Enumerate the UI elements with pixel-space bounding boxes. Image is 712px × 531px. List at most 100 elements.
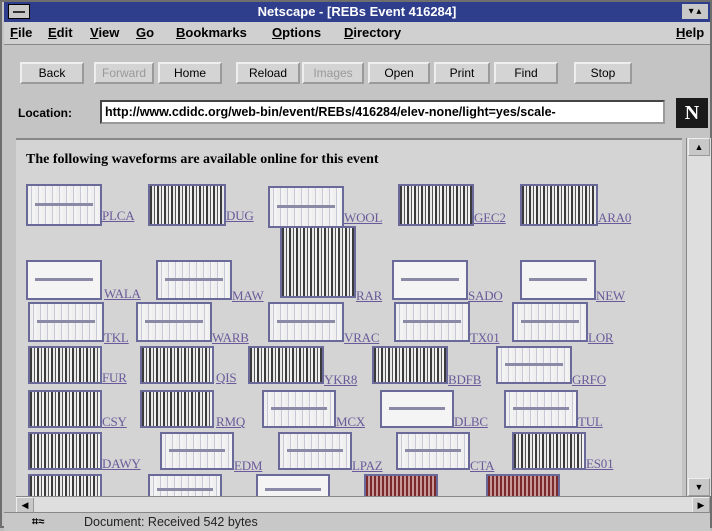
- menu-view[interactable]: View: [90, 25, 119, 40]
- waveform-thumbnail[interactable]: [248, 346, 324, 384]
- station-link[interactable]: VRAC: [344, 330, 380, 346]
- station-link[interactable]: DUG: [226, 208, 254, 224]
- waveform-thumbnail[interactable]: [398, 184, 474, 226]
- page-heading: The following waveforms are available on…: [26, 152, 379, 167]
- waveform-thumbnail[interactable]: [148, 474, 222, 498]
- station-link[interactable]: TUL: [578, 414, 603, 430]
- menu-help[interactable]: Help: [676, 25, 704, 40]
- waveform-thumbnail[interactable]: [512, 302, 588, 342]
- waveform-thumbnail[interactable]: [26, 184, 102, 226]
- waveform-thumbnail[interactable]: [268, 302, 344, 342]
- waveform-thumbnail[interactable]: [486, 474, 560, 498]
- waveform-thumbnail[interactable]: [28, 474, 102, 498]
- netscape-logo: N: [676, 98, 708, 128]
- waveform-thumbnail[interactable]: [364, 474, 438, 498]
- waveform-thumbnail[interactable]: [392, 260, 468, 300]
- title-bar: Netscape - [REBs Event 416284] ▾ ▴: [4, 2, 710, 22]
- station-link[interactable]: ES01: [586, 456, 614, 472]
- station-link[interactable]: TX01: [470, 330, 500, 346]
- home-button[interactable]: Home: [158, 62, 222, 84]
- station-link[interactable]: GRFO: [572, 372, 606, 388]
- scroll-down-icon[interactable]: ▼: [688, 478, 710, 496]
- station-link[interactable]: MCX: [336, 414, 365, 430]
- waveform-thumbnail[interactable]: [256, 474, 330, 498]
- page-content: The following waveforms are available on…: [16, 138, 682, 498]
- waveform-thumbnail[interactable]: [262, 390, 336, 428]
- scroll-up-icon[interactable]: ▲: [688, 138, 710, 156]
- station-link[interactable]: DLBC: [454, 414, 488, 430]
- print-button[interactable]: Print: [434, 62, 490, 84]
- open-button[interactable]: Open: [368, 62, 430, 84]
- waveform-thumbnail[interactable]: [496, 346, 572, 384]
- station-link[interactable]: QIS: [216, 370, 237, 386]
- station-link[interactable]: CSY: [102, 414, 127, 430]
- station-link[interactable]: EDM: [234, 458, 262, 474]
- menu-directory[interactable]: Directory: [344, 25, 401, 40]
- menu-options[interactable]: Options: [272, 25, 321, 40]
- station-link[interactable]: LOR: [588, 330, 614, 346]
- station-link[interactable]: TKL: [104, 330, 129, 346]
- waveform-thumbnail[interactable]: [504, 390, 578, 428]
- station-link[interactable]: WALA: [104, 286, 141, 302]
- waveform-thumbnail[interactable]: [28, 390, 102, 428]
- waveform-thumbnail[interactable]: [512, 432, 586, 470]
- reload-button[interactable]: Reload: [236, 62, 300, 84]
- station-link[interactable]: SADO: [468, 288, 503, 304]
- station-link[interactable]: LPAZ: [352, 458, 383, 474]
- station-link[interactable]: DAWY: [102, 456, 141, 472]
- waveform-thumbnail[interactable]: [394, 302, 470, 342]
- waveform-thumbnail[interactable]: [28, 432, 102, 470]
- station-link[interactable]: FUR: [102, 370, 127, 386]
- location-input[interactable]: http://www.cdidc.org/web-bin/event/REBs/…: [100, 100, 665, 124]
- menu-file[interactable]: File: [10, 25, 32, 40]
- find-button[interactable]: Find: [494, 62, 558, 84]
- images-button[interactable]: Images: [302, 62, 364, 84]
- waveform-thumbnail[interactable]: [26, 260, 102, 300]
- waveform-thumbnail[interactable]: [520, 260, 596, 300]
- waveform-thumbnail[interactable]: [156, 260, 232, 300]
- menu-bar: File Edit View Go Bookmarks Options Dire…: [4, 22, 710, 45]
- menu-edit[interactable]: Edit: [48, 25, 73, 40]
- location-bar: Location: http://www.cdidc.org/web-bin/e…: [4, 94, 710, 134]
- station-link[interactable]: GEC2: [474, 210, 506, 226]
- browser-window: Netscape - [REBs Event 416284] ▾ ▴ File …: [0, 0, 712, 531]
- station-link[interactable]: PLCA: [102, 208, 135, 224]
- station-link[interactable]: MAW: [232, 288, 264, 304]
- station-link[interactable]: RAR: [356, 288, 382, 304]
- back-button[interactable]: Back: [20, 62, 84, 84]
- security-key-icon: ⌗≈: [32, 516, 45, 528]
- station-link[interactable]: NEW: [596, 288, 625, 304]
- waveform-thumbnail[interactable]: [396, 432, 470, 470]
- station-link[interactable]: RMQ: [216, 414, 245, 430]
- waveform-thumbnail[interactable]: [380, 390, 454, 428]
- window-size-buttons[interactable]: ▾ ▴: [682, 4, 708, 19]
- waveform-thumbnail[interactable]: [28, 302, 104, 342]
- waveform-thumbnail[interactable]: [268, 186, 344, 228]
- waveform-thumbnail[interactable]: [148, 184, 226, 226]
- status-bar: ⌗≈ Document: Received 542 bytes: [4, 512, 710, 531]
- stop-button[interactable]: Stop: [574, 62, 632, 84]
- station-link[interactable]: WOOL: [344, 210, 382, 226]
- station-link[interactable]: BDFB: [448, 372, 481, 388]
- status-text: Document: Received 542 bytes: [84, 515, 258, 529]
- horizontal-scrollbar[interactable]: ◀ ▶: [16, 496, 710, 514]
- menu-go[interactable]: Go: [136, 25, 154, 40]
- waveform-thumbnail[interactable]: [28, 346, 102, 384]
- menu-bookmarks[interactable]: Bookmarks: [176, 25, 247, 40]
- waveform-thumbnail[interactable]: [136, 302, 212, 342]
- station-link[interactable]: ARA0: [598, 210, 631, 226]
- waveform-thumbnail[interactable]: [160, 432, 234, 470]
- forward-button[interactable]: Forward: [94, 62, 154, 84]
- station-link[interactable]: WARB: [212, 330, 249, 346]
- station-link[interactable]: YKR8: [324, 372, 357, 388]
- waveform-thumbnail[interactable]: [140, 390, 214, 428]
- window-title: Netscape - [REBs Event 416284]: [257, 4, 457, 19]
- location-label: Location:: [18, 106, 72, 120]
- waveform-thumbnail[interactable]: [278, 432, 352, 470]
- waveform-thumbnail[interactable]: [520, 184, 598, 226]
- waveform-thumbnail[interactable]: [140, 346, 214, 384]
- station-link[interactable]: CTA: [470, 458, 495, 474]
- waveform-thumbnail[interactable]: [372, 346, 448, 384]
- vertical-scrollbar[interactable]: ▲ ▼: [686, 138, 711, 496]
- waveform-thumbnail[interactable]: [280, 226, 356, 298]
